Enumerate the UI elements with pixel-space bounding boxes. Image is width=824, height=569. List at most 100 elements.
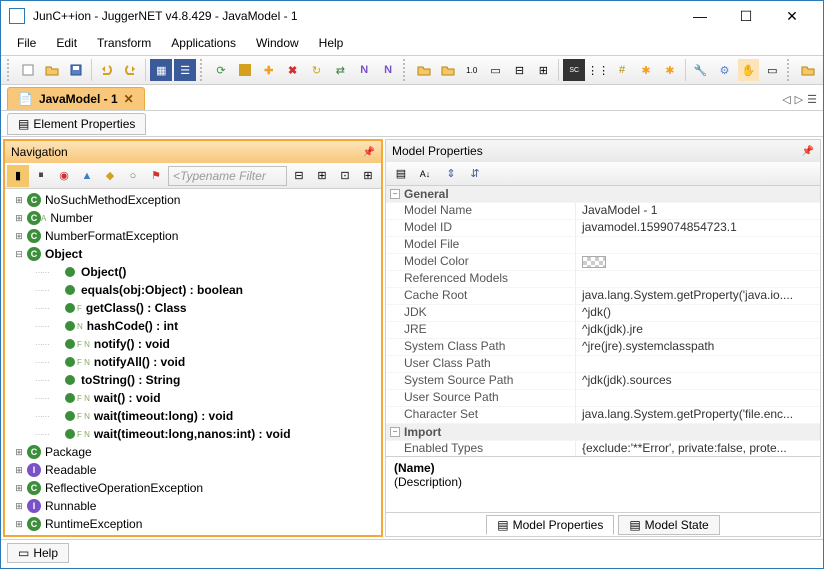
prop-az-icon[interactable]: A↓ xyxy=(414,163,436,185)
prop-expand-icon[interactable]: ⇕ xyxy=(440,163,462,185)
property-row[interactable]: System Class Path^jre(jre).systemclasspa… xyxy=(386,339,820,356)
expand-icon[interactable]: ⊞ xyxy=(13,519,25,530)
expand-icon[interactable]: ⊞ xyxy=(13,447,25,458)
property-value[interactable]: java.lang.System.getProperty('java.io...… xyxy=(576,288,820,305)
tree-row[interactable]: ⋯⋯FgetClass() : Class xyxy=(5,299,381,317)
maximize-button[interactable]: ☐ xyxy=(723,1,769,31)
menu-transform[interactable]: Transform xyxy=(89,34,159,52)
tree-row[interactable]: ⋯⋯F Nwait(timeout:long,nanos:int) : void xyxy=(5,425,381,443)
tree-row[interactable]: ⊞IRunnable xyxy=(5,497,381,515)
property-row[interactable]: Character Setjava.lang.System.getPropert… xyxy=(386,407,820,424)
property-row[interactable]: User Class Path xyxy=(386,356,820,373)
prop-collapse-icon[interactable]: ⇵ xyxy=(464,163,486,185)
nav-btn1-icon[interactable]: ▮ xyxy=(7,165,29,187)
expand-icon[interactable]: ⊞ xyxy=(13,213,25,224)
navigation-tree[interactable]: ⊞CNoSuchMethodException⊞CANumber⊞CNumber… xyxy=(5,189,381,535)
property-value[interactable] xyxy=(576,390,820,407)
star2-icon[interactable]: ✱ xyxy=(659,59,681,81)
expand-icon[interactable]: ⊞ xyxy=(13,465,25,476)
property-value[interactable] xyxy=(576,271,820,288)
folder2-icon[interactable] xyxy=(413,59,435,81)
expand-icon[interactable]: ⊞ xyxy=(13,195,25,206)
property-value[interactable] xyxy=(576,356,820,373)
property-row[interactable]: User Source Path xyxy=(386,390,820,407)
property-value[interactable]: JavaModel - 1 xyxy=(576,203,820,220)
nav-play-icon[interactable]: ▲ xyxy=(76,165,98,187)
nav-tree2-icon[interactable]: ⊞ xyxy=(311,165,333,187)
tree-row[interactable]: ⋯⋯F Nwait(timeout:long) : void xyxy=(5,407,381,425)
add-icon[interactable]: ✚ xyxy=(258,59,280,81)
grid-icon[interactable]: ▦ xyxy=(150,59,172,81)
new-icon[interactable] xyxy=(17,59,39,81)
tab-model-properties[interactable]: ▤ Model Properties xyxy=(486,515,614,535)
property-row[interactable]: System Source Path^jdk(jdk).sources xyxy=(386,373,820,390)
tree-row[interactable]: ⊟CObject xyxy=(5,245,381,263)
property-row[interactable]: Referenced Models xyxy=(386,271,820,288)
minimize-button[interactable]: — xyxy=(677,1,723,31)
list-icon[interactable]: ☰ xyxy=(174,59,196,81)
nav-stop-icon[interactable]: ◉ xyxy=(53,165,75,187)
toolbar-grip[interactable] xyxy=(7,59,13,81)
tree-icon[interactable]: ⊟ xyxy=(509,59,531,81)
dotted-icon[interactable]: ⋮⋮ xyxy=(587,59,609,81)
expand-icon[interactable]: ⊞ xyxy=(13,501,25,512)
window2-icon[interactable]: ▭ xyxy=(485,59,507,81)
toolbar-grip[interactable] xyxy=(787,59,793,81)
property-row[interactable]: JRE^jdk(jdk).jre xyxy=(386,322,820,339)
tab-menu-icon[interactable]: ☰ xyxy=(807,93,817,106)
color-swatch[interactable] xyxy=(582,256,606,268)
tab-prev-icon[interactable]: ◁ xyxy=(782,93,790,106)
property-value[interactable]: ^jdk(jdk).sources xyxy=(576,373,820,390)
tab-close-icon[interactable]: ✕ xyxy=(124,92,134,106)
property-value[interactable]: javamodel.1599074854723.1 xyxy=(576,220,820,237)
property-row[interactable]: Model File xyxy=(386,237,820,254)
tree-row[interactable]: ⊞CPackage xyxy=(5,443,381,461)
save-icon[interactable] xyxy=(65,59,87,81)
tree-row[interactable]: ⊞CNoSuchMethodException xyxy=(5,191,381,209)
property-value[interactable]: ^jdk() xyxy=(576,305,820,322)
property-value[interactable] xyxy=(576,254,820,271)
tab-next-icon[interactable]: ▷ xyxy=(795,93,803,106)
open-icon[interactable] xyxy=(41,59,63,81)
menu-file[interactable]: File xyxy=(9,34,44,52)
sc-icon[interactable]: SC xyxy=(563,59,585,81)
property-row[interactable]: Enabled Types{exclude:'**Error', private… xyxy=(386,441,820,456)
property-value[interactable]: ^jre(jre).systemclasspath xyxy=(576,339,820,356)
pin-icon[interactable]: 📌 xyxy=(802,146,814,157)
remove-icon[interactable]: ✖ xyxy=(282,59,304,81)
menu-help[interactable]: Help xyxy=(311,34,352,52)
collapse-icon[interactable]: − xyxy=(390,189,400,199)
property-value[interactable]: java.lang.System.getProperty('file.enc..… xyxy=(576,407,820,424)
redo-icon[interactable] xyxy=(119,59,141,81)
tree-row[interactable]: ⊞CRuntimeException xyxy=(5,515,381,533)
nav-circle-icon[interactable]: ○ xyxy=(122,165,144,187)
nav-diamond-icon[interactable]: ◆ xyxy=(99,165,121,187)
prop-cat-icon[interactable]: ▤ xyxy=(390,163,412,185)
tree-row[interactable]: ⊞IReadable xyxy=(5,461,381,479)
sync-icon[interactable]: ⇄ xyxy=(329,59,351,81)
property-value[interactable] xyxy=(576,237,820,254)
menu-edit[interactable]: Edit xyxy=(48,34,85,52)
expand-icon[interactable]: ⊞ xyxy=(13,483,25,494)
zoom-label[interactable]: 1.0 xyxy=(461,59,483,81)
property-value[interactable]: {exclude:'**Error', private:false, prote… xyxy=(576,441,820,456)
pin-icon[interactable]: 📌 xyxy=(363,147,375,158)
expand-icon[interactable]: ⊞ xyxy=(13,231,25,242)
help-tab[interactable]: ▭ Help xyxy=(7,543,69,563)
tab-model-state[interactable]: ▤ Model State xyxy=(618,515,719,535)
toolbar-grip[interactable] xyxy=(403,59,409,81)
nav-tree1-icon[interactable]: ⊟ xyxy=(288,165,310,187)
tree-row[interactable]: ⊞CANumber xyxy=(5,209,381,227)
wrench-icon[interactable]: 🔧 xyxy=(690,59,712,81)
tree-row[interactable]: ⋯⋯toString() : String xyxy=(5,371,381,389)
expand-icon[interactable]: ⊟ xyxy=(13,249,25,260)
tree-row[interactable]: ⋯⋯Object() xyxy=(5,263,381,281)
package-icon[interactable] xyxy=(234,59,256,81)
nav-more-icon[interactable]: ⊞ xyxy=(357,165,379,187)
folder3-icon[interactable] xyxy=(437,59,459,81)
property-row[interactable]: Model Color xyxy=(386,254,820,271)
collapse-icon[interactable]: − xyxy=(390,427,400,437)
property-group[interactable]: − Import xyxy=(386,424,820,441)
gear-icon[interactable]: ⚙ xyxy=(714,59,736,81)
properties-grid[interactable]: − GeneralModel NameJavaModel - 1Model ID… xyxy=(386,186,820,456)
